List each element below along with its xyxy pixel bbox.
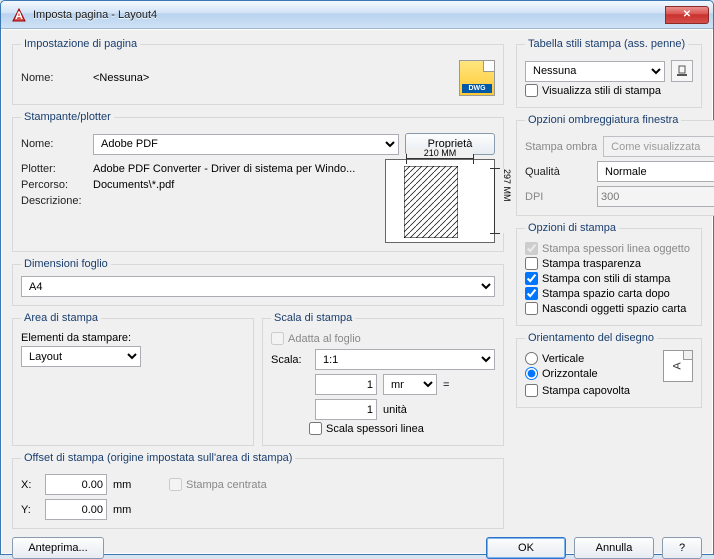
window-title: Imposta pagina - Layout4	[33, 9, 157, 21]
plotarea-select[interactable]: Layout	[21, 346, 141, 367]
preview-button[interactable]: Anteprima...	[12, 537, 104, 559]
plotter-label: Plotter:	[21, 163, 87, 175]
offset-legend: Offset di stampa (origine impostata sull…	[21, 452, 295, 464]
opt-paperspace-last-checkbox[interactable]: Stampa spazio carta dopo	[525, 287, 693, 300]
scale-unit2-label: unità	[383, 404, 407, 416]
close-button[interactable]: ✕	[665, 6, 709, 24]
cancel-button[interactable]: Annulla	[574, 537, 654, 559]
shade-plot-select: Come visualizzata	[603, 136, 714, 157]
opt-plotstyles-checkbox[interactable]: Stampa con stili di stampa	[525, 272, 693, 285]
scale-input-1[interactable]	[315, 374, 377, 395]
path-value: Documents\*.pdf	[93, 179, 174, 191]
dpi-label: DPI	[525, 191, 591, 203]
upsidedown-checkbox[interactable]: Stampa capovolta	[525, 384, 693, 397]
page-name-label: Nome:	[21, 72, 87, 84]
orientation-group: Orientamento del disegno Verticale Orizz…	[516, 332, 702, 408]
papersize-legend: Dimensioni foglio	[21, 258, 111, 270]
plotoptions-group: Opzioni di stampa Stampa spessori linea …	[516, 222, 702, 326]
plotoptions-legend: Opzioni di stampa	[525, 222, 619, 234]
plotarea-group: Area di stampa Elementi da stampare: Lay…	[12, 312, 254, 446]
printer-group: Stampante/plotter Nome: Adobe PDF Propri…	[12, 111, 504, 252]
paper-preview: 210 MM 297 MM	[385, 159, 495, 243]
shaded-group: Opzioni ombreggiatura finestra Stampa om…	[516, 114, 714, 216]
scale-lineweights-checkbox[interactable]: Scala spessori linea	[309, 422, 495, 435]
styletable-select[interactable]: Nessuna	[525, 61, 665, 82]
opt-hide-paperspace-checkbox[interactable]: Nascondi oggetti spazio carta	[525, 302, 693, 315]
portrait-radio[interactable]: Verticale	[525, 352, 657, 365]
opt-lineweights-checkbox: Stampa spessori linea oggetto	[525, 242, 693, 255]
shaded-legend: Opzioni ombreggiatura finestra	[525, 114, 681, 126]
quality-select[interactable]: Normale	[597, 161, 714, 182]
offset-y-input[interactable]	[45, 499, 107, 520]
ok-button[interactable]: OK	[486, 537, 566, 559]
opt-transparency-checkbox[interactable]: Stampa trasparenza	[525, 257, 693, 270]
display-styles-checkbox[interactable]: Visualizza stili di stampa	[525, 84, 693, 97]
scale-group: Scala di stampa Adatta al foglio Scala: 1…	[262, 312, 504, 446]
scale-legend: Scala di stampa	[271, 312, 355, 324]
scale-label: Scala:	[271, 354, 309, 366]
offset-x-unit: mm	[113, 479, 143, 491]
offset-group: Offset di stampa (origine impostata sull…	[12, 452, 504, 529]
offset-x-input[interactable]	[45, 474, 107, 495]
dpi-input	[597, 186, 714, 207]
landscape-radio[interactable]: Orizzontale	[525, 367, 657, 380]
offset-y-unit: mm	[113, 504, 131, 516]
page-name-value: <Nessuna>	[93, 72, 149, 84]
scale-unit-select[interactable]: mm	[383, 374, 437, 395]
styletable-legend: Tabella stili stampa (ass. penne)	[525, 38, 688, 50]
dwg-icon: DWG	[459, 60, 495, 96]
printer-name-label: Nome:	[21, 138, 87, 150]
page-settings-group: Impostazione di pagina Nome: <Nessuna> D…	[12, 38, 504, 105]
app-icon: A	[11, 7, 27, 23]
printer-legend: Stampante/plotter	[21, 111, 114, 123]
scale-input-2[interactable]	[315, 399, 377, 420]
equals-sign: =	[443, 379, 449, 391]
plotarea-what-label: Elementi da stampare:	[21, 332, 245, 344]
papersize-select[interactable]: A4	[21, 276, 495, 297]
orientation-legend: Orientamento del disegno	[525, 332, 657, 344]
scale-ratio-select[interactable]: 1:1	[315, 349, 495, 370]
printer-name-select[interactable]: Adobe PDF	[93, 134, 399, 155]
orientation-icon: A	[663, 350, 693, 382]
quality-label: Qualità	[525, 166, 591, 178]
plotter-value: Adobe PDF Converter - Driver di sistema …	[93, 163, 355, 175]
offset-y-label: Y:	[21, 504, 39, 516]
help-button[interactable]: ?	[662, 537, 702, 559]
styletable-edit-icon[interactable]	[671, 60, 693, 82]
fit-to-paper-checkbox: Adatta al foglio	[271, 332, 495, 345]
shade-plot-label: Stampa ombra	[525, 141, 597, 153]
papersize-group: Dimensioni foglio A4	[12, 258, 504, 306]
center-plot-checkbox: Stampa centrata	[169, 478, 267, 491]
titlebar: A Imposta pagina - Layout4 ✕	[1, 1, 713, 29]
desc-label: Descrizione:	[21, 195, 87, 207]
page-settings-legend: Impostazione di pagina	[21, 38, 140, 50]
offset-x-label: X:	[21, 479, 39, 491]
plotarea-legend: Area di stampa	[21, 312, 101, 324]
styletable-group: Tabella stili stampa (ass. penne) Nessun…	[516, 38, 702, 108]
svg-text:A: A	[15, 10, 23, 22]
path-label: Percorso:	[21, 179, 87, 191]
